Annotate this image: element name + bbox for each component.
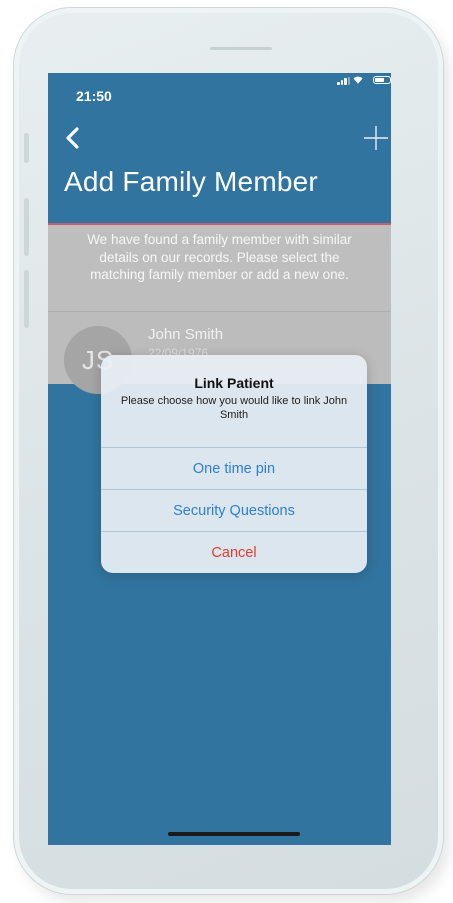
home-indicator[interactable] <box>168 832 300 836</box>
status-bar: 21:50 <box>48 73 391 117</box>
patient-name: John Smith <box>148 326 224 343</box>
cancel-button[interactable]: Cancel <box>101 531 367 573</box>
volume-up-button <box>24 198 29 256</box>
status-time: 21:50 <box>76 88 112 104</box>
add-plus-icon[interactable] <box>361 123 391 153</box>
dialog-message: Please choose how you would like to link… <box>120 395 348 421</box>
match-notice-text: We have found a family member with simil… <box>87 232 352 282</box>
wifi-icon <box>353 76 363 84</box>
dialog-header: Link Patient Please choose how you would… <box>101 355 367 447</box>
back-chevron-icon[interactable] <box>62 125 84 151</box>
page-title: Add Family Member <box>64 166 318 197</box>
mute-switch <box>24 133 29 163</box>
match-notice: We have found a family member with simil… <box>48 225 391 311</box>
volume-down-button <box>24 270 29 328</box>
speaker-grille <box>210 47 272 50</box>
battery-icon <box>373 76 391 84</box>
one-time-pin-button[interactable]: One time pin <box>101 447 367 489</box>
cellular-signal-icon <box>337 77 351 85</box>
security-questions-button[interactable]: Security Questions <box>101 489 367 531</box>
link-patient-dialog: Link Patient Please choose how you would… <box>101 355 367 573</box>
dialog-title: Link Patient <box>194 375 274 391</box>
